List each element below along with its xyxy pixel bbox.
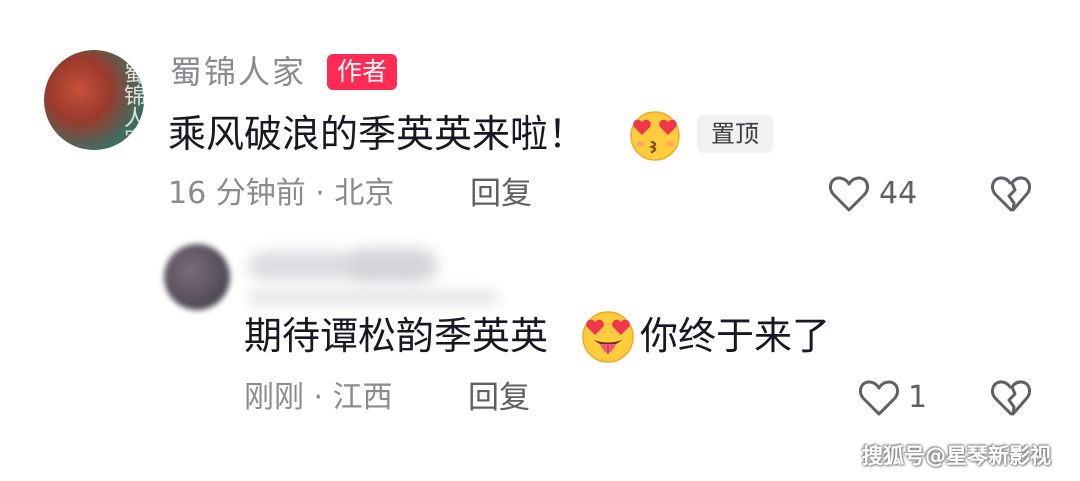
reply-text-after-emoji: 你终于来了 (640, 314, 831, 358)
reply-time-location: 刚刚 · 江西 (244, 380, 393, 415)
author-badge: 作者 (327, 54, 398, 90)
avatar-logo-text: 蜀锦人家 (120, 62, 144, 150)
comment-time-location: 16 分钟前 · 北京 (168, 176, 395, 211)
reply-subline-blurred (248, 290, 498, 306)
reply-avatar[interactable] (164, 244, 230, 310)
comment-text: 乘风破浪的季英英来啦！ (168, 112, 587, 156)
like-heart-icon[interactable] (858, 378, 900, 418)
reply-like-count: 1 (908, 380, 928, 415)
dislike-broken-heart-icon[interactable] (990, 378, 1032, 418)
heart-eyes-kiss-emoji-icon (630, 111, 680, 161)
reply-to-reply-button[interactable]: 回复 (468, 377, 530, 419)
reply-author-name-blurred-part (350, 248, 430, 282)
author-avatar[interactable]: 蜀锦人家 (44, 50, 144, 150)
pinned-badge: 置顶 (697, 115, 773, 153)
dislike-broken-heart-icon[interactable] (990, 174, 1032, 214)
source-watermark: 搜狐号@星琴新影视 (862, 444, 1051, 468)
comment-author-name[interactable]: 蜀锦人家 (170, 52, 306, 92)
reply-button[interactable]: 回复 (470, 173, 532, 215)
like-count: 44 (879, 176, 918, 211)
like-heart-icon[interactable] (828, 174, 870, 214)
heart-eyes-tongue-emoji-icon (582, 311, 634, 363)
reply-text-before-emoji: 期待谭松韵季英英 (244, 314, 549, 358)
